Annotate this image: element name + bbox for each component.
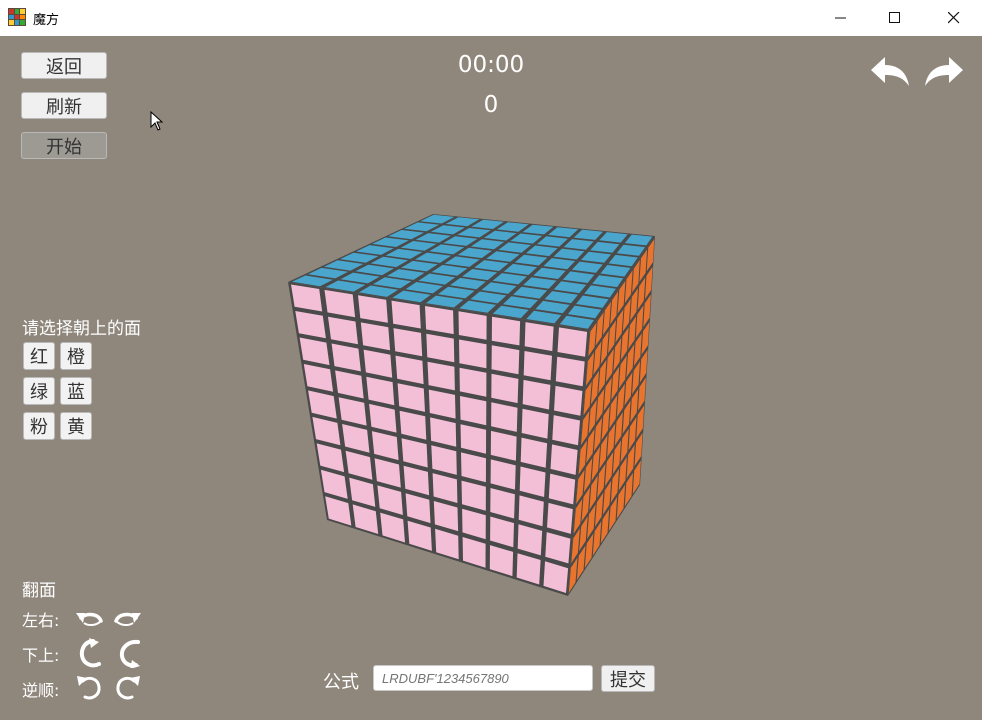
face-blue-button[interactable]: 蓝 — [60, 377, 92, 405]
mouse-cursor-icon — [150, 111, 164, 131]
rubiks-cube-app-icon — [8, 8, 26, 26]
cube-sticker[interactable] — [425, 306, 454, 335]
cube-sticker[interactable] — [523, 351, 552, 381]
move-counter: 0 — [483, 92, 499, 118]
undo-arrow-icon[interactable] — [869, 55, 911, 89]
cube-sticker[interactable] — [554, 385, 583, 416]
face-red-button[interactable]: 红 — [23, 342, 55, 370]
redo-arrow-icon[interactable] — [923, 55, 965, 89]
maximize-button[interactable] — [868, 0, 922, 36]
face-select-prompt: 请选择朝上的面 — [22, 319, 141, 339]
maximize-icon — [889, 12, 900, 23]
face-pink-button[interactable]: 粉 — [23, 412, 55, 440]
left-right-label: 左右: — [22, 611, 60, 630]
cube-front-face[interactable] — [288, 282, 590, 596]
close-button[interactable] — [927, 0, 981, 36]
cube-sticker[interactable] — [557, 327, 588, 357]
refresh-button[interactable]: 刷新 — [21, 92, 107, 119]
rubiks-cube[interactable] — [0, 36, 982, 720]
cube-sticker[interactable] — [491, 345, 520, 375]
timer: 00:00 — [457, 52, 525, 78]
close-icon — [948, 12, 960, 24]
start-button[interactable]: 开始 — [21, 132, 107, 159]
window-title: 魔方 — [33, 13, 60, 28]
down-up-label: 下上: — [22, 646, 60, 665]
submit-button[interactable]: 提交 — [601, 665, 655, 692]
game-canvas — [0, 36, 982, 720]
rotate-ccw-icon[interactable] — [74, 672, 104, 702]
cube-sticker[interactable] — [555, 356, 585, 387]
rotate-up-icon[interactable] — [114, 638, 144, 668]
formula-label: 公式 — [323, 672, 359, 693]
minimize-icon — [835, 17, 846, 19]
rotate-right-icon[interactable] — [113, 604, 143, 634]
ccw-cw-label: 逆顺: — [22, 681, 60, 700]
formula-input[interactable] — [373, 665, 593, 691]
cube-sticker[interactable] — [524, 322, 554, 352]
cube-sticker[interactable] — [458, 311, 487, 340]
minimize-button[interactable] — [814, 0, 868, 36]
rotate-cw-icon[interactable] — [113, 672, 143, 702]
face-green-button[interactable]: 绿 — [23, 377, 55, 405]
cube-sticker[interactable] — [491, 316, 521, 346]
title-bar: 魔方 — [0, 0, 982, 36]
back-button[interactable]: 返回 — [21, 52, 107, 79]
face-yellow-button[interactable]: 黄 — [60, 412, 92, 440]
rotate-left-icon[interactable] — [74, 604, 104, 634]
flip-title: 翻面 — [22, 581, 56, 601]
rotate-down-icon[interactable] — [75, 638, 105, 668]
face-orange-button[interactable]: 橙 — [60, 342, 92, 370]
